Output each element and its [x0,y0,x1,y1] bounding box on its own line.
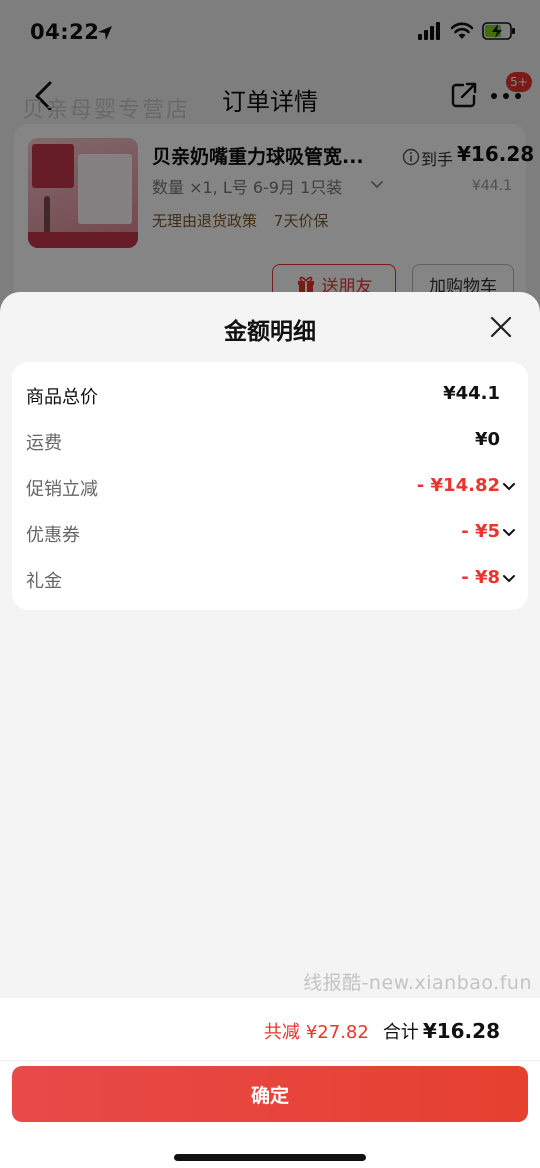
watermark: 线报酷-new.xianbao.fun [303,972,532,994]
sheet-title: 金额明细 [224,319,316,345]
detail-row-promotion[interactable]: 促销立减 - ¥14.82 [12,472,528,502]
detail-row-shipping: 运费 ¥0 [12,426,528,456]
saved-label: 共减 [263,1022,300,1043]
detail-row-gift-money[interactable]: 礼金 - ¥8 [12,564,528,594]
total-label: 合计 [382,1022,419,1043]
detail-value: - ¥8 [461,567,500,588]
saved-value: ¥27.82 [305,1022,369,1043]
confirm-button[interactable]: 确定 [12,1066,528,1122]
checkout-bar: 共减 ¥27.82 合计 ¥16.28 确定 [0,998,540,1168]
detail-value: ¥44.1 [443,383,500,404]
detail-label: 商品总价 [26,387,98,408]
close-icon[interactable] [488,314,514,340]
amount-detail-card: 商品总价 ¥44.1 运费 ¥0 促销立减 - ¥14.82 优惠券 - ¥5 … [12,362,528,610]
detail-label: 礼金 [26,571,62,592]
price-summary: 共减 ¥27.82 合计 ¥16.28 [264,1018,500,1044]
chevron-down-icon[interactable] [502,574,516,584]
divider [0,1060,540,1061]
detail-value: ¥0 [474,429,500,450]
chevron-down-icon[interactable] [502,528,516,538]
detail-value: - ¥14.82 [416,475,500,496]
total-value: ¥16.28 [422,1019,500,1043]
amount-detail-sheet: 金额明细 商品总价 ¥44.1 运费 ¥0 促销立减 - ¥14.82 优惠券 … [0,292,540,1168]
chevron-down-icon[interactable] [502,482,516,492]
detail-row-total-price: 商品总价 ¥44.1 [12,380,528,410]
detail-label: 促销立减 [26,479,98,500]
detail-label: 运费 [26,433,62,454]
detail-label: 优惠券 [26,525,80,546]
detail-value: - ¥5 [461,521,500,542]
home-indicator[interactable] [174,1154,366,1161]
detail-row-coupon[interactable]: 优惠券 - ¥5 [12,518,528,548]
